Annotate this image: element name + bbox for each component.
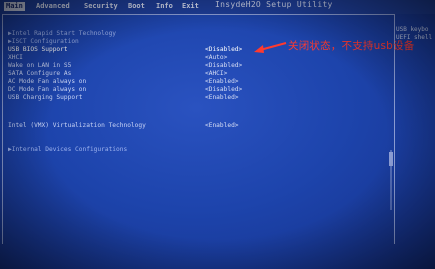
frame-left-border [2, 14, 3, 244]
window-title: InsydeH2O Setup Utility [215, 0, 333, 9]
setting-value[interactable]: <Disabled> [205, 62, 242, 70]
setting-label: ▶Intel Rapid Start Technology [8, 30, 117, 37]
setting-value[interactable]: <Enabled> [205, 78, 239, 86]
setting-label: USB BIOS Support [8, 46, 68, 53]
setting-label: Wake on LAN in S5 [8, 62, 72, 69]
tab-info[interactable]: Info [154, 2, 175, 11]
scrollbar[interactable] [388, 150, 394, 210]
setting-value[interactable]: <Auto> [205, 54, 227, 62]
setting-value[interactable]: <Disabled> [205, 46, 242, 54]
setting-label: XHCI [8, 54, 23, 61]
setting-label: ▶Internal Devices Configurations [8, 146, 128, 153]
annotation-text: 关闭状态，不支持usb设备 [288, 40, 415, 52]
setting-value[interactable]: <Disabled> [205, 86, 242, 94]
setting-label: ▶ISCT Configuration [8, 38, 79, 45]
setting-label: SATA Configure As [8, 70, 72, 77]
tab-boot[interactable]: Boot [126, 2, 147, 11]
tab-exit[interactable]: Exit [180, 2, 201, 11]
tab-main[interactable]: Main [4, 2, 25, 11]
setting-label: DC Mode Fan always on [8, 86, 87, 93]
setting-label: USB Charging Support [8, 94, 83, 101]
help-text-line-1: USB keybo [396, 26, 429, 33]
frame-top-border [2, 14, 394, 15]
setting-label: Intel (VMX) Virtualization Technology [8, 122, 146, 129]
tab-security[interactable]: Security [82, 2, 120, 11]
red-arrow-icon [254, 42, 287, 53]
setting-value[interactable]: <Enabled> [205, 94, 239, 102]
setting-label: AC Mode Fan always on [8, 78, 87, 85]
setting-value[interactable]: <AHCI> [205, 70, 227, 78]
tab-advanced[interactable]: Advanced [34, 2, 72, 11]
scrollbar-thumb[interactable] [389, 152, 393, 166]
setting-value[interactable]: <Enabled> [205, 122, 239, 130]
